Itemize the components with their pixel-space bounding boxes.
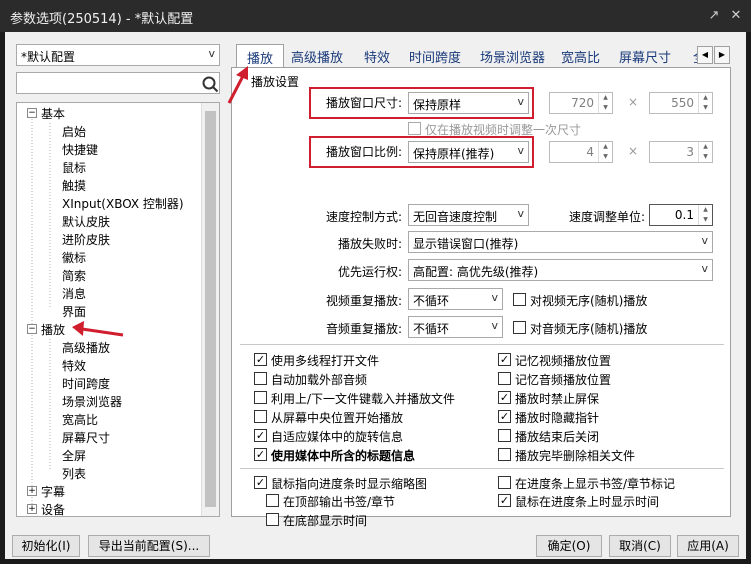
annotation-arrows	[72, 66, 248, 337]
